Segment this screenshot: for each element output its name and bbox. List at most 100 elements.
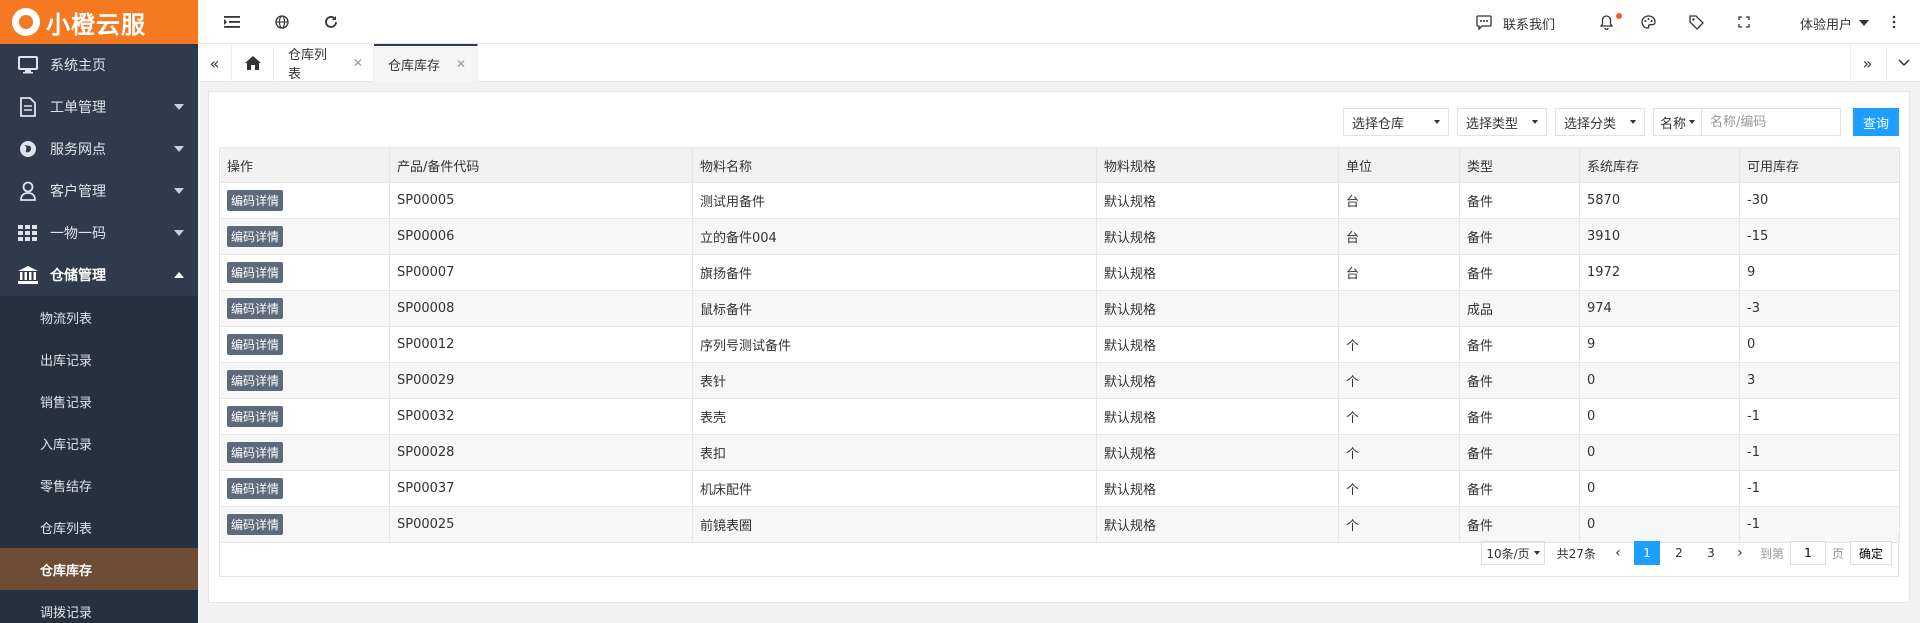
cell-code: SP00037 (389, 470, 693, 507)
code-detail-button[interactable]: 编码详情 (227, 442, 284, 463)
page-2[interactable]: 2 (1666, 541, 1692, 565)
refresh-icon[interactable] (321, 12, 341, 32)
tabs-scroll-right-icon[interactable]: » (1850, 44, 1884, 82)
page-3[interactable]: 3 (1698, 541, 1724, 565)
next-page-icon[interactable]: › (1730, 541, 1750, 565)
tab-warehouse-list[interactable]: 仓库列表 ✕ (274, 44, 374, 82)
search-input[interactable] (1700, 108, 1841, 136)
cell-spec: 默认规格 (1096, 218, 1339, 255)
action-cell: 编码详情 (219, 434, 390, 471)
contact-us-link[interactable]: 联系我们 (1503, 14, 1555, 33)
notification-dot (1616, 13, 1622, 19)
cell-available-stock: -1 (1739, 470, 1900, 507)
cell-unit: 个 (1338, 434, 1460, 471)
sidebar-subitem-warehouse-stock[interactable]: 仓库库存 (0, 548, 198, 590)
page-1[interactable]: 1 (1633, 541, 1660, 565)
goto-page-input[interactable] (1789, 541, 1826, 565)
close-icon[interactable]: ✕ (456, 57, 466, 71)
home-tab[interactable] (232, 44, 274, 82)
more-vertical-icon[interactable] (1884, 12, 1904, 32)
sidebar-item-label: 服务网点 (50, 142, 106, 158)
cell-spec: 默认规格 (1096, 290, 1339, 327)
cell-type: 备件 (1459, 182, 1580, 219)
sidebar-item-service-outlets[interactable]: 服务网点 (0, 128, 198, 170)
code-detail-button[interactable]: 编码详情 (227, 190, 284, 211)
globe-icon[interactable] (272, 12, 292, 32)
cell-system-stock: 0 (1579, 434, 1740, 471)
chat-icon[interactable] (1474, 12, 1494, 32)
sidebar-subitem-inbound[interactable]: 入库记录 (0, 422, 198, 464)
cell-type: 成品 (1459, 290, 1580, 327)
cell-code: SP00005 (389, 182, 693, 219)
code-detail-button[interactable]: 编码详情 (227, 262, 284, 283)
sidebar-item-label: 客户管理 (50, 184, 106, 200)
action-cell: 编码详情 (219, 254, 390, 291)
code-detail-button[interactable]: 编码详情 (227, 334, 284, 355)
column-header[interactable]: 产品/备件代码 (389, 147, 693, 183)
bank-icon (18, 265, 38, 285)
sidebar-subitem-warehouse-list[interactable]: 仓库列表 (0, 506, 198, 548)
cell-type: 备件 (1459, 434, 1580, 471)
sidebar-subitem-logistics[interactable]: 物流列表 (0, 296, 198, 338)
column-header[interactable]: 类型 (1459, 147, 1580, 183)
home-icon (244, 56, 261, 70)
user-menu[interactable]: 体验用户 (1800, 14, 1852, 33)
cell-system-stock: 5870 (1579, 182, 1740, 219)
warehouse-select[interactable]: 选择仓库 (1342, 108, 1449, 136)
prev-page-icon[interactable]: ‹ (1608, 541, 1628, 565)
column-header[interactable]: 物料名称 (692, 147, 1097, 183)
column-header[interactable]: 单位 (1338, 147, 1460, 183)
tab-label: 仓库库存 (388, 58, 441, 74)
menu-toggle-icon[interactable] (222, 12, 242, 32)
sidebar-subitem-transfer[interactable]: 调拨记录 (0, 590, 198, 623)
type-select[interactable]: 选择类型 (1456, 108, 1547, 136)
column-header[interactable]: 系统库存 (1579, 147, 1740, 183)
table-row: 编码详情 SP00032 表壳 默认规格个备件 0 -1 (219, 398, 1900, 435)
code-detail-button[interactable]: 编码详情 (227, 406, 284, 427)
cell-name: 立的备件004 (692, 218, 1097, 255)
sidebar-subitem-sales[interactable]: 销售记录 (0, 380, 198, 422)
fullscreen-icon[interactable] (1734, 12, 1754, 32)
cell-system-stock: 974 (1579, 290, 1740, 327)
monitor-icon (18, 55, 38, 75)
sidebar-subitem-retail-balance[interactable]: 零售结存 (0, 464, 198, 506)
cell-spec: 默认规格 (1096, 182, 1339, 219)
code-detail-button[interactable]: 编码详情 (227, 478, 284, 499)
table-row: 编码详情 SP00007 旗扬备件 默认规格台备件 1972 9 (219, 254, 1900, 291)
document-icon (18, 97, 38, 117)
goto-confirm-button[interactable]: 确定 (1849, 541, 1892, 565)
code-detail-button[interactable]: 编码详情 (227, 514, 284, 535)
sidebar-item-warehouse[interactable]: 仓储管理 (0, 254, 198, 296)
code-detail-button[interactable]: 编码详情 (227, 298, 284, 319)
column-header[interactable]: 物料规格 (1096, 147, 1339, 183)
page-size-select[interactable]: 10条/页 (1481, 541, 1545, 565)
cell-system-stock: 9 (1579, 326, 1740, 363)
close-icon[interactable]: ✕ (353, 56, 363, 70)
tag-icon[interactable] (1686, 12, 1706, 32)
search-field-select[interactable]: 名称 (1652, 108, 1701, 136)
tab-warehouse-stock[interactable]: 仓库库存 ✕ (374, 44, 478, 82)
bell-icon[interactable] (1596, 12, 1616, 32)
sidebar-subitem-outbound[interactable]: 出库记录 (0, 338, 198, 380)
sidebar-item-customers[interactable]: 客户管理 (0, 170, 198, 212)
sidebar-item-one-code[interactable]: 一物一码 (0, 212, 198, 254)
category-select[interactable]: 选择分类 (1554, 108, 1645, 136)
code-detail-button[interactable]: 编码详情 (227, 226, 284, 247)
column-header[interactable]: 可用库存 (1739, 147, 1900, 183)
palette-icon[interactable] (1638, 12, 1658, 32)
caret-down-icon[interactable] (1854, 13, 1874, 33)
query-button[interactable]: 查询 (1852, 108, 1899, 136)
tabs-menu-chevron-icon[interactable] (1886, 44, 1920, 82)
cell-type: 备件 (1459, 254, 1580, 291)
code-detail-button[interactable]: 编码详情 (227, 370, 284, 391)
logo[interactable]: 小橙云服 (0, 0, 198, 44)
chevron-down-icon (174, 230, 184, 236)
sidebar-item-home[interactable]: 系统主页 (0, 44, 198, 86)
cell-available-stock: -15 (1739, 218, 1900, 255)
tabs-scroll-left-icon[interactable]: « (198, 44, 232, 82)
cell-spec: 默认规格 (1096, 470, 1339, 507)
cell-name: 表壳 (692, 398, 1097, 435)
sidebar-item-workorders[interactable]: 工单管理 (0, 86, 198, 128)
cell-type: 备件 (1459, 470, 1580, 507)
cell-code: SP00012 (389, 326, 693, 363)
